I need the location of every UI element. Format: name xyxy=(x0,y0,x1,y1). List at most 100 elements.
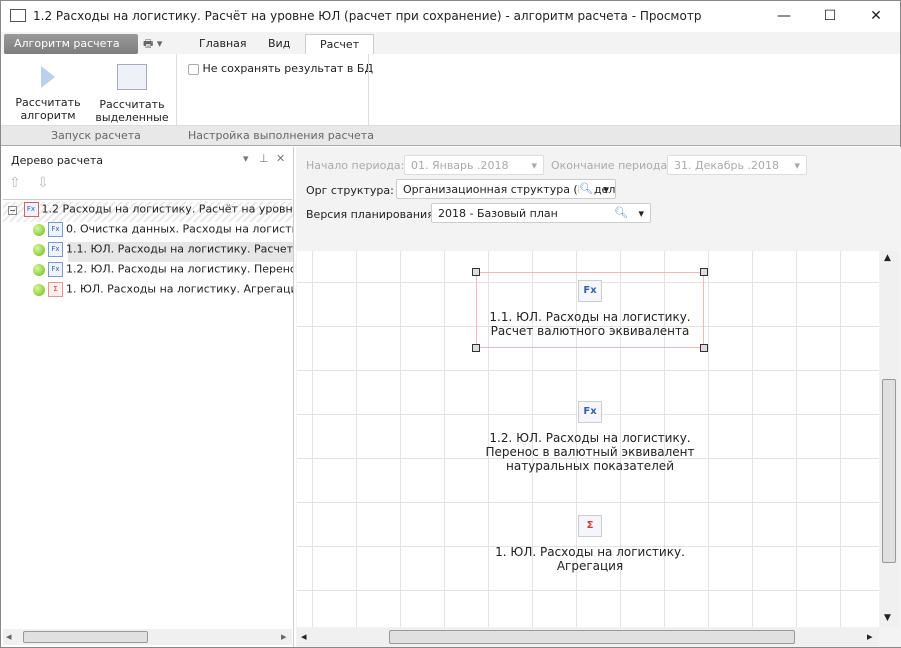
status-ok-icon xyxy=(33,263,45,276)
scroll-right-icon[interactable]: ▸ xyxy=(867,630,873,643)
chevron-down-icon: ▾ xyxy=(794,159,800,172)
close-button[interactable]: ✕ xyxy=(853,1,899,32)
move-up-icon[interactable]: ⇧ xyxy=(9,175,21,191)
tree-item[interactable]: Fx 0. Очистка данных. Расходы на логистик… xyxy=(3,222,293,242)
tree-panel-title: Дерево расчета xyxy=(11,154,104,167)
no-save-label: Не сохранять результат в БД xyxy=(202,62,374,75)
search-icon[interactable]: 🔍︎ xyxy=(614,206,628,219)
calc-selected-button[interactable]: Рассчитать выделенные xyxy=(93,62,171,124)
resize-handle[interactable] xyxy=(472,344,480,352)
version-value: 2018 - Базовый план xyxy=(438,207,558,220)
window-icon xyxy=(10,9,26,22)
node-title: Расчет валютного эквивалента xyxy=(490,324,690,338)
sum-icon: Σ xyxy=(578,515,602,537)
calc-selected-label: Рассчитать выделенные xyxy=(95,98,169,124)
tree-item-label: 1. ЮЛ. Расходы на логистику. Агрегация xyxy=(66,282,293,296)
scroll-down-icon[interactable]: ▼ xyxy=(884,613,891,623)
node-title: Перенос в валютный эквивалент xyxy=(485,445,695,459)
printer-icon: 🖶 xyxy=(143,37,154,50)
period-start-value: 01. Январь .2018 xyxy=(411,159,509,172)
node-title: 1. ЮЛ. Расходы на логистику. xyxy=(495,545,685,559)
pin-icon[interactable]: ⊥ xyxy=(259,152,269,165)
group-launch-label: Запуск расчета xyxy=(51,129,141,142)
scroll-right-icon[interactable]: ▸ xyxy=(281,630,287,643)
period-end-label: Окончание периода: xyxy=(551,159,671,172)
scroll-thumb[interactable] xyxy=(389,630,795,644)
period-start-label: Начало периода: xyxy=(306,159,405,172)
node-title: 1.2. ЮЛ. Расходы на логистику. xyxy=(489,431,691,445)
formula-icon: Fx xyxy=(48,222,63,237)
maximize-button[interactable]: ☐ xyxy=(807,1,853,32)
ribbon-group-labels: Запуск расчета Настройка выполнения расч… xyxy=(1,126,900,146)
tab-view[interactable]: Вид xyxy=(254,34,304,54)
play-icon xyxy=(41,66,55,88)
ribbon-panel: Рассчитать алгоритм Рассчитать выделенны… xyxy=(1,54,900,126)
tree-item-label: 0. Очистка данных. Расходы на логистику xyxy=(66,222,293,236)
scroll-thumb[interactable] xyxy=(882,379,896,563)
resize-handle[interactable] xyxy=(472,268,480,276)
sum-icon: Σ xyxy=(48,282,63,297)
chevron-down-icon[interactable]: ▾ xyxy=(603,183,609,196)
canvas-hscrollbar[interactable]: ◂ ▸ xyxy=(297,628,879,646)
period-end-value: 31. Декабрь .2018 xyxy=(674,159,779,172)
search-icon[interactable]: 🔍︎ xyxy=(579,182,593,195)
period-start-field[interactable]: 01. Январь .2018 ▾ xyxy=(404,155,544,175)
resize-handle[interactable] xyxy=(700,268,708,276)
period-end-field[interactable]: 31. Декабрь .2018 ▾ xyxy=(667,155,807,175)
tree-root[interactable]: − Fx 1.2 Расходы на логистику. Расчёт на … xyxy=(3,202,293,222)
panel-close-icon[interactable]: ✕ xyxy=(276,152,285,165)
tree-item-label: 1.1. ЮЛ. Расходы на логистику. Расчет ва… xyxy=(66,242,293,256)
formula-icon: Fx xyxy=(48,262,63,277)
node-title: натуральных показателей xyxy=(506,459,674,473)
panel-menu-icon[interactable]: ▾ xyxy=(243,152,249,165)
diagram-node[interactable]: Σ 1. ЮЛ. Расходы на логистику. Агрегация xyxy=(470,515,710,573)
formula-icon: Fx xyxy=(578,280,602,302)
print-button[interactable]: 🖶 ▾ xyxy=(143,35,179,53)
calc-algorithm-button[interactable]: Рассчитать алгоритм xyxy=(13,62,83,122)
node-title: Агрегация xyxy=(556,559,624,573)
tree-item[interactable]: Σ 1. ЮЛ. Расходы на логистику. Агрегация xyxy=(3,282,293,302)
chevron-down-icon[interactable]: ▾ xyxy=(638,207,644,220)
diagram-canvas[interactable]: Fx 1.1. ЮЛ. Расходы на логистику. Расчет… xyxy=(297,251,879,627)
diagram-node[interactable]: Fx 1.2. ЮЛ. Расходы на логистику. Перено… xyxy=(470,401,710,473)
title-bar: 1.2 Расходы на логистику. Расчёт на уров… xyxy=(1,1,900,32)
scroll-left-icon[interactable]: ◂ xyxy=(301,630,307,643)
formula-icon: Fx xyxy=(48,242,63,257)
tab-main[interactable]: Главная xyxy=(185,34,261,54)
calc-algorithm-label: Рассчитать алгоритм xyxy=(15,96,81,122)
ribbon-tabs: Алгоритм расчета ▾ 🖶 ▾ Главная Вид Расче… xyxy=(1,32,900,63)
minimize-button[interactable]: — xyxy=(761,1,807,32)
window-title: 1.2 Расходы на логистику. Расчёт на уров… xyxy=(33,9,702,23)
collapse-icon[interactable]: − xyxy=(8,205,17,215)
scroll-up-icon[interactable]: ▲ xyxy=(884,253,891,263)
scroll-thumb[interactable] xyxy=(23,631,148,643)
version-label: Версия планирования: xyxy=(306,208,438,221)
group-settings-label: Настройка выполнения расчета xyxy=(188,129,374,142)
play-multiple-icon xyxy=(117,64,147,90)
canvas-vscrollbar[interactable]: ▲ ▼ xyxy=(880,251,898,627)
planning-version-field[interactable]: 2018 - Базовый план 🔍︎ ▾ xyxy=(431,203,651,223)
org-label: Орг структура: xyxy=(306,184,394,197)
scroll-left-icon[interactable]: ◂ xyxy=(6,630,12,643)
app-menu-button[interactable]: Алгоритм расчета ▾ xyxy=(4,34,138,63)
no-save-checkbox[interactable]: Не сохранять результат в БД xyxy=(188,62,373,75)
chevron-down-icon: ▾ xyxy=(531,159,537,172)
tree-root-label: 1.2 Расходы на логистику. Расчёт на уров… xyxy=(41,202,294,216)
app-menu-label: Алгоритм расчета xyxy=(14,37,120,50)
diagram-node[interactable]: Fx 1.1. ЮЛ. Расходы на логистику. Расчет… xyxy=(470,280,710,338)
tree-item-label: 1.2. ЮЛ. Расходы на логистику. Перенос в… xyxy=(66,262,293,276)
status-ok-icon xyxy=(33,283,45,296)
node-title: 1.1. ЮЛ. Расходы на логистику. xyxy=(489,310,691,324)
status-ok-icon xyxy=(33,223,45,236)
tree-item[interactable]: Fx1.2. ЮЛ. Расходы на логистику. Перенос… xyxy=(3,262,293,282)
tree-item[interactable]: Fx 1.1. ЮЛ. Расходы на логистику. Расчет … xyxy=(3,242,293,262)
move-down-icon[interactable]: ⇩ xyxy=(37,175,49,191)
org-structure-field[interactable]: Организационная структура (Выделенная)🔍︎… xyxy=(396,179,616,199)
checkbox-box[interactable] xyxy=(188,63,199,75)
resize-handle[interactable] xyxy=(700,344,708,352)
tree-panel: Дерево расчета ▾ ⊥ ✕ ⇧ ⇩ − Fx 1.2 Расходы… xyxy=(1,147,294,647)
tree-hscrollbar[interactable]: ◂ ▸ xyxy=(3,629,292,645)
tab-calc[interactable]: Расчет xyxy=(305,34,375,54)
formula-icon: Fx xyxy=(578,401,602,423)
algorithm-icon: Fx xyxy=(23,202,39,217)
